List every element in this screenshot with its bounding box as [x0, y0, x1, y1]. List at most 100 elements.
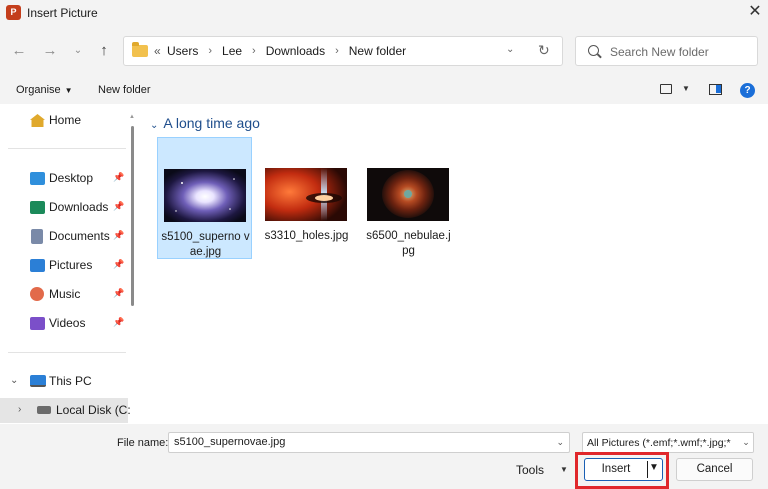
insert-button[interactable]: Insert ▼ [584, 458, 663, 481]
file-item[interactable]: s3310_holes.jpg [259, 137, 354, 259]
chevron-down-icon[interactable]: ⌄ [506, 44, 514, 55]
breadcrumb-users[interactable]: Users [167, 44, 198, 58]
sidebar-item-documents[interactable]: Documents 📌 [0, 224, 128, 248]
group-title: A long time ago [163, 115, 260, 131]
chevron-right-icon[interactable]: › [208, 45, 212, 57]
sidebar-item-label: Documents [49, 229, 110, 243]
group-header[interactable]: ⌄ A long time ago [150, 115, 260, 131]
close-button[interactable]: ✕ [744, 2, 766, 22]
organise-menu[interactable]: Organise ▼ [16, 84, 73, 96]
folder-icon [132, 42, 148, 57]
sidebar-item-label: This PC [49, 374, 92, 388]
caret-down-icon[interactable]: ▼ [682, 84, 690, 93]
document-icon [31, 229, 43, 244]
pictures-icon [30, 259, 45, 272]
pin-icon[interactable]: 📌 [113, 288, 124, 299]
sidebar-item-label: Pictures [49, 258, 93, 272]
file-type-select[interactable]: All Pictures (*.emf;*.wmf;*.jpg;* ⌄ [582, 432, 754, 453]
breadcrumb-downloads[interactable]: Downloads [266, 44, 325, 58]
caret-down-icon[interactable]: ▼ [649, 462, 659, 473]
file-name: s5100_superno vae.jpg [161, 231, 250, 258]
computer-icon [30, 375, 46, 387]
file-type-value: All Pictures (*.emf;*.wmf;*.jpg;* [587, 437, 731, 449]
sidebar-item-home[interactable]: Home [0, 108, 128, 132]
chevron-down-icon[interactable]: ⌄ [10, 375, 18, 386]
tools-menu[interactable]: Tools [516, 463, 544, 477]
caret-down-icon: ▼ [64, 86, 73, 95]
navigation-pane: Home Desktop 📌 Downloads 📌 Documents 📌 P… [0, 104, 140, 424]
refresh-icon[interactable]: ↻ [538, 42, 550, 59]
split-divider [647, 461, 648, 478]
file-item[interactable]: s5100_superno vae.jpg [157, 137, 252, 259]
powerpoint-icon: P [6, 5, 21, 20]
file-name: s6500_nebulae.j pg [366, 230, 451, 257]
sidebar-item-downloads[interactable]: Downloads 📌 [0, 195, 128, 219]
insert-label: Insert [601, 463, 631, 475]
file-name-label: File name: [117, 437, 169, 449]
video-icon [30, 317, 45, 330]
supernova-thumbnail [164, 169, 246, 222]
download-icon [30, 201, 45, 214]
sidebar-item-label: Downloads [49, 200, 109, 214]
title-bar: P Insert Picture ✕ [0, 0, 768, 26]
music-icon [30, 287, 44, 301]
sidebar-item-music[interactable]: Music 📌 [0, 282, 128, 306]
address-bar[interactable]: « Users › Lee › Downloads › New folder ⌄… [123, 36, 563, 66]
chevron-right-icon[interactable]: › [335, 45, 339, 57]
breadcrumb-lee[interactable]: Lee [222, 44, 242, 58]
chevron-down-icon[interactable]: ⌄ [739, 433, 753, 452]
chevron-down-icon[interactable]: ⌄ [556, 437, 564, 448]
dialog-footer: File name: s5100_supernovae.jpg ⌄ All Pi… [0, 424, 768, 489]
navigation-bar: ← → ⌄ ↑ « Users › Lee › Downloads › New … [0, 26, 768, 76]
search-input[interactable] [610, 43, 750, 61]
pin-icon[interactable]: 📌 [113, 201, 124, 212]
window-title: Insert Picture [27, 6, 98, 20]
divider [8, 352, 126, 353]
preview-pane-icon[interactable] [709, 84, 722, 95]
file-item[interactable]: s6500_nebulae.j pg [361, 137, 456, 259]
chevron-down-icon[interactable]: ⌄ [150, 120, 158, 131]
sidebar-item-videos[interactable]: Videos 📌 [0, 311, 128, 335]
command-bar: Organise ▼ New folder ▼ ? [0, 76, 768, 104]
sidebar-scrollbar[interactable]: ▲ [128, 114, 136, 419]
new-folder-button[interactable]: New folder [98, 84, 151, 96]
chevron-right-icon[interactable]: › [18, 404, 21, 415]
divider [8, 148, 126, 149]
help-icon[interactable]: ? [740, 83, 755, 98]
file-name-combobox[interactable]: s5100_supernovae.jpg ⌄ [168, 432, 570, 453]
file-name-field[interactable]: s5100_supernovae.jpg [174, 436, 285, 448]
sidebar-item-this-pc[interactable]: ⌄ This PC [0, 369, 128, 393]
pin-icon[interactable]: 📌 [113, 317, 124, 328]
chevron-right-icon[interactable]: › [252, 45, 256, 57]
organise-label: Organise [16, 84, 61, 96]
search-box[interactable] [575, 36, 758, 66]
view-options-icon[interactable] [660, 84, 672, 94]
sidebar-item-pictures[interactable]: Pictures 📌 [0, 253, 128, 277]
recent-locations-button[interactable]: ⌄ [67, 40, 89, 62]
file-list: ⌄ A long time ago s5100_superno vae.jpg [140, 104, 768, 424]
sidebar-item-desktop[interactable]: Desktop 📌 [0, 166, 128, 190]
caret-down-icon[interactable]: ▼ [560, 465, 568, 474]
sidebar-item-label: Home [49, 113, 82, 127]
breadcrumb: Users › Lee › Downloads › New folder [167, 44, 406, 58]
scroll-thumb[interactable] [131, 126, 134, 306]
pin-icon[interactable]: 📌 [113, 172, 124, 183]
up-button[interactable]: ↑ [93, 40, 115, 62]
cancel-button[interactable]: Cancel [676, 458, 753, 481]
breadcrumb-new-folder[interactable]: New folder [349, 44, 406, 58]
drive-icon [37, 406, 51, 414]
scroll-up-arrow[interactable]: ▲ [129, 114, 135, 120]
pin-icon[interactable]: 📌 [113, 230, 124, 241]
black-holes-thumbnail [265, 168, 347, 221]
search-icon [588, 45, 599, 56]
file-name: s3310_holes.jpg [264, 230, 349, 242]
desktop-icon [30, 172, 45, 185]
sidebar-item-label: Desktop [49, 171, 94, 185]
forward-button[interactable]: → [39, 40, 61, 62]
sidebar-item-label: Videos [49, 316, 86, 330]
sidebar-item-label: Local Disk (C: [56, 403, 131, 417]
pin-icon[interactable]: 📌 [113, 259, 124, 270]
breadcrumb-overflow[interactable]: « [154, 44, 161, 58]
sidebar-item-local-disk[interactable]: › Local Disk (C: [0, 398, 131, 423]
back-button[interactable]: ← [8, 40, 30, 62]
